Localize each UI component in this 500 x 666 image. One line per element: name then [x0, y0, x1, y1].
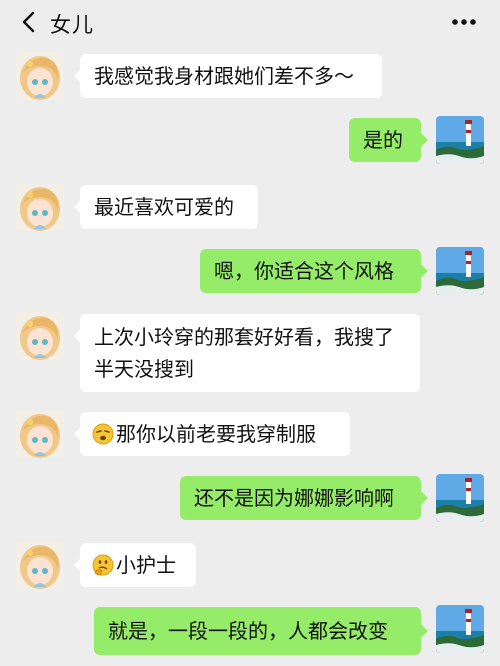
user-avatar[interactable] [436, 247, 484, 295]
chat-header: 女儿 [0, 0, 500, 44]
user-avatar[interactable] [436, 116, 484, 164]
chat-title: 女儿 [50, 13, 94, 37]
message-bubble[interactable]: 那你以前老要我穿制服 [80, 412, 350, 456]
message-bubble[interactable]: 小护士 [80, 543, 196, 587]
chevron-left-icon[interactable] [18, 10, 42, 34]
bubble-tail [421, 624, 428, 638]
ellipsis-icon[interactable] [450, 12, 478, 32]
squinting-face-emoji [92, 423, 114, 445]
user-avatar[interactable] [436, 474, 484, 522]
message-bubble[interactable]: 嗯，你适合这个风格 [200, 249, 421, 293]
bubble-tail [421, 264, 428, 278]
message-bubble[interactable]: 最近喜欢可爱的 [80, 185, 258, 229]
contact-avatar[interactable] [16, 312, 64, 360]
user-avatar[interactable] [436, 605, 484, 653]
contact-avatar[interactable] [16, 410, 64, 458]
contact-avatar[interactable] [16, 52, 64, 100]
contact-avatar[interactable] [16, 183, 64, 231]
message-bubble[interactable]: 上次小玲穿的那套好好看，我搜了 半天没搜到 [80, 314, 420, 392]
message-bubble[interactable]: 就是，一段一段的，人都会改变 [94, 607, 421, 655]
message-bubble[interactable]: 是的 [349, 118, 421, 162]
message-bubble[interactable]: 我感觉我身材跟她们差不多～ [80, 54, 382, 98]
message-text: 那你以前老要我穿制服 [116, 422, 316, 446]
contact-avatar[interactable] [16, 541, 64, 589]
thinking-face-emoji [92, 554, 114, 576]
message-bubble[interactable]: 还不是因为娜娜影响啊 [180, 476, 421, 520]
bubble-tail [421, 491, 428, 505]
message-text: 小护士 [116, 553, 176, 577]
bubble-tail [421, 133, 428, 147]
